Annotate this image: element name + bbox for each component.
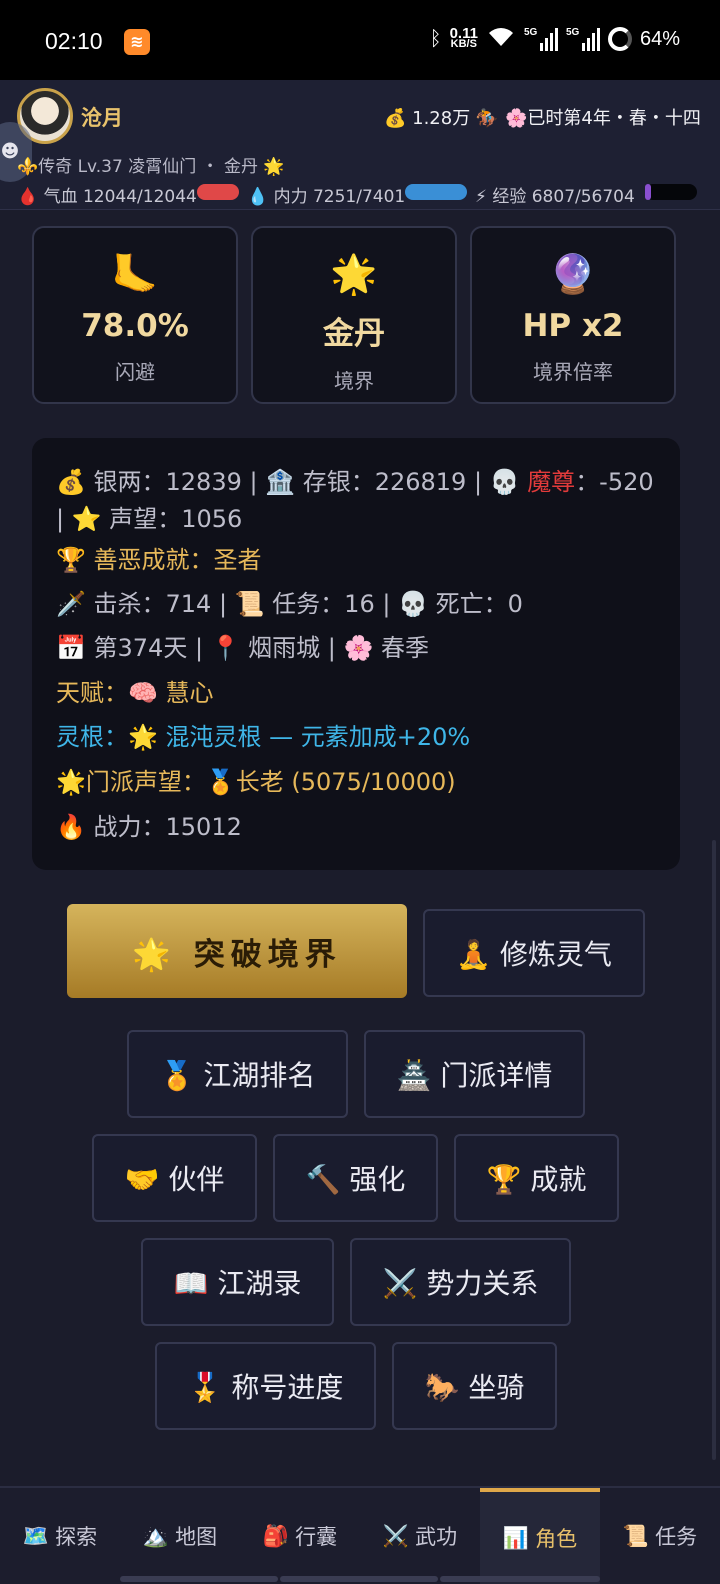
info-spirit-root: 灵根：🌟 混沌灵根 — 元素加成+20% [56, 723, 471, 751]
foot-icon: 🦶 [111, 252, 159, 296]
demon-title: 魔尊 [527, 468, 576, 496]
scrollbar[interactable] [712, 840, 716, 1460]
mount-button[interactable]: 🐎 坐骑 [392, 1342, 557, 1430]
signal-icon: 5G [524, 27, 558, 51]
clock: 02:10 [45, 28, 103, 54]
star-icon: 🌟 [330, 252, 378, 296]
info-silver: 💰 银两：12839 | 🏦 存银：226819 | 💀 魔尊：-520 [56, 468, 654, 496]
app-notification-icon: ≋ [124, 29, 150, 55]
stat-card-multiplier: 🔮 HP x2 境界倍率 [470, 226, 676, 404]
mp-label: 💧 内力 7251/7401 [247, 187, 406, 207]
partner-button[interactable]: 🤝 伙伴 [92, 1134, 257, 1222]
info-talent: 天赋：🧠 慧心 [56, 679, 214, 707]
money-display: 💰 1.28万 🏇 [384, 108, 499, 129]
stat-value: 78.0% [81, 308, 189, 344]
exp-bar [645, 184, 697, 200]
crystal-ball-icon: 🔮 [549, 252, 597, 296]
tab-martial-arts[interactable]: ⚔️ 武功 [360, 1488, 480, 1584]
enhance-button[interactable]: 🔨 强化 [273, 1134, 438, 1222]
hp-bar [197, 184, 239, 200]
tab-bag[interactable]: 🎒 行囊 [240, 1488, 360, 1584]
faction-relations-button[interactable]: ⚔️ 势力关系 [350, 1238, 571, 1326]
hp-label: 🩸 气血 12044/12044 [17, 187, 197, 207]
tab-explore[interactable]: 🗺️ 探索 [0, 1488, 120, 1584]
network-speed: 0.11 KB/S [449, 25, 478, 50]
rank-line: ⚜️传奇 Lv.37 凌霄仙门 ・ 金丹 🌟 [17, 157, 285, 177]
chart-icon: 📊 [502, 1525, 530, 1550]
battery-level: 64% [639, 27, 680, 50]
info-morality: 🏆 善恶成就：圣者 [56, 546, 262, 574]
swords-icon: ⚔️ [382, 1523, 410, 1548]
backpack-icon: 🎒 [262, 1523, 290, 1548]
achievement-button[interactable]: 🏆 成就 [454, 1134, 619, 1222]
game-date: 🌸已时第4年・春・十四 [505, 108, 701, 129]
tab-quests[interactable]: 📜 任务 [600, 1488, 720, 1584]
ranking-button[interactable]: 🏅 江湖排名 [127, 1030, 348, 1118]
battery-icon [607, 27, 632, 51]
stat-value: HP x2 [522, 308, 624, 344]
tab-character[interactable]: 📊 角色 [480, 1488, 600, 1584]
title-progress-button[interactable]: 🎖️ 称号进度 [155, 1342, 376, 1430]
stat-label: 境界 [334, 369, 374, 393]
mountain-icon: 🏔️ [142, 1523, 170, 1548]
stat-label: 境界倍率 [533, 360, 613, 384]
info-fame: | ⭐ 声望：1056 [56, 505, 243, 533]
bottom-nav: 🗺️ 探索 🏔️ 地图 🎒 行囊 ⚔️ 武功 📊 角色 📜 任务 [0, 1486, 720, 1584]
home-indicator-right [440, 1576, 600, 1582]
info-power: 🔥 战力：15012 [56, 813, 242, 841]
mp-bar [405, 184, 467, 200]
breakthrough-button[interactable]: 🌟 突破境界 [67, 904, 407, 998]
stat-card-realm: 🌟 金丹 境界 [251, 226, 457, 404]
stat-value: 金丹 [323, 316, 385, 352]
info-sect-fame: 🌟门派声望：🏅长老 (5075/10000) [56, 768, 456, 796]
info-combat: 🗡️ 击杀：714 | 📜 任务：16 | 💀 死亡：0 [56, 590, 523, 618]
exp-label: ⚡ 经验 6807/56704 [475, 187, 635, 207]
home-indicator-left [120, 1576, 278, 1582]
player-name: 沧月 [81, 106, 123, 130]
tab-map[interactable]: 🏔️ 地图 [120, 1488, 240, 1584]
cultivate-button[interactable]: 🧘 修炼灵气 [423, 909, 645, 997]
status-bar: 02:10 ≋ ᛒ 0.11 KB/S 5G 5G 64% [0, 0, 720, 80]
info-day-location: 📅 第374天 | 📍 烟雨城 | 🌸 春季 [56, 634, 430, 662]
records-button[interactable]: 📖 江湖录 [141, 1238, 334, 1326]
sect-details-button[interactable]: 🏯 门派详情 [364, 1030, 585, 1118]
stat-label: 闪避 [115, 360, 155, 384]
character-info-panel: 💰 银两：12839 | 🏦 存银：226819 | 💀 魔尊：-520 | ⭐… [32, 438, 680, 870]
player-header: ☻ 沧月 💰 1.28万 🏇 🌸已时第4年・春・十四 ⚜️传奇 Lv.37 凌霄… [0, 80, 720, 210]
home-indicator-mid [280, 1576, 438, 1582]
map-icon: 🗺️ [22, 1523, 50, 1548]
scroll-icon: 📜 [622, 1523, 650, 1548]
stat-card-dodge: 🦶 78.0% 闪避 [32, 226, 238, 404]
status-icons: ᛒ 0.11 KB/S 5G 5G 64% [430, 24, 680, 54]
signal-icon-2: 5G [566, 27, 600, 51]
wifi-icon [486, 24, 516, 54]
bluetooth-icon: ᛒ [429, 27, 442, 50]
